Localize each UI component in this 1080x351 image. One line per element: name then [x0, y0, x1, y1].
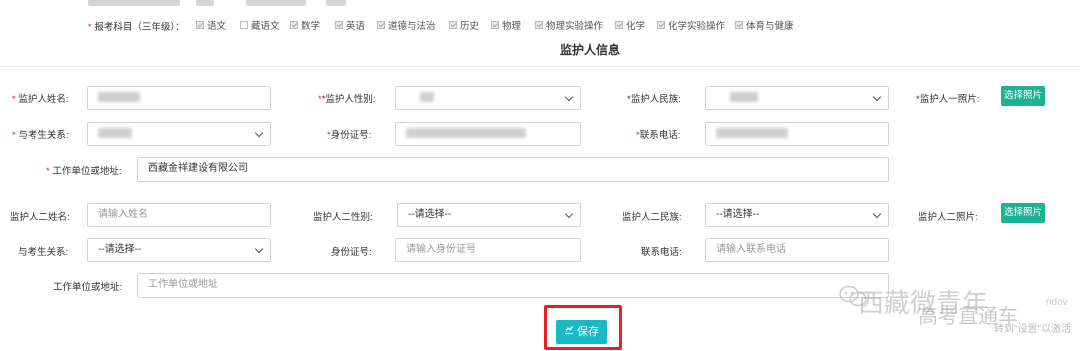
guardian2-name-input[interactable]: 请输入姓名	[87, 203, 271, 227]
guardian2-relation-label: 与考生关系:	[18, 247, 69, 258]
guardian2-work-label: 工作单位或地址:	[53, 282, 123, 293]
guardian2-phone-input[interactable]: 请输入联系电话	[705, 238, 889, 262]
subject-label: 语文	[207, 21, 227, 32]
guardian1-photo-label: *监护人一照片:	[916, 94, 980, 105]
guardian1-ethnicity-select[interactable]	[705, 86, 889, 110]
guardian2-name-label: 监护人二姓名:	[10, 212, 70, 223]
guardian1-phone-label: *联系电话:	[636, 130, 681, 141]
checkbox-checked-icon[interactable]	[491, 21, 499, 29]
guardian1-gender-label: **监护人性别:	[318, 94, 376, 105]
windows-activate-word: ndov	[1046, 297, 1068, 308]
subject-checkbox-item[interactable]: 历史	[449, 18, 479, 32]
guardian1-name-input[interactable]	[87, 86, 271, 110]
guardian2-photo-label: 监护人二照片:	[918, 212, 978, 223]
checkbox-checked-icon[interactable]	[735, 21, 743, 29]
checkbox-unchecked-icon[interactable]	[240, 21, 248, 29]
subject-checkbox-item[interactable]: 化学实验操作	[657, 18, 725, 32]
checkbox-checked-icon[interactable]	[335, 21, 343, 29]
subject-checkbox-item[interactable]: 数学	[290, 18, 320, 32]
subject-label: 体育与健康	[746, 21, 794, 32]
subject-label: 物理实验操作	[546, 21, 604, 32]
guardian2-ethnicity-value: --请选择--	[716, 209, 760, 220]
divider	[0, 66, 1080, 67]
guardian1-gender-label-text: *监护人性别:	[321, 94, 376, 105]
chevron-down-icon	[872, 92, 882, 102]
guardian2-relation-select[interactable]: --请选择--	[87, 238, 271, 262]
guardian1-work-input[interactable]: 西藏金祥建设有限公司	[137, 157, 889, 182]
guardian2-gender-value: --请选择--	[408, 209, 452, 220]
subject-checkbox-item[interactable]: 体育与健康	[735, 18, 794, 32]
checkbox-checked-icon[interactable]	[290, 21, 298, 29]
subject-label: 数学	[301, 21, 321, 32]
windows-activate-hint: 转到"设置"以激活	[994, 324, 1072, 335]
subject-label: 英语	[346, 21, 366, 32]
guardian2-ethnicity-select[interactable]: --请选择--	[705, 203, 889, 227]
guardian1-select-photo-button[interactable]: 选择照片	[1001, 86, 1045, 106]
top-tab-remnant	[88, 0, 180, 6]
save-icon	[564, 320, 574, 344]
chevron-down-icon	[872, 209, 882, 219]
checkbox-checked-icon[interactable]	[449, 21, 457, 29]
subject-label: 化学	[626, 21, 646, 32]
subject-checkbox-item[interactable]: 英语	[335, 18, 365, 32]
guardian2-id-label: 身份证号:	[331, 247, 372, 258]
chevron-down-icon	[564, 209, 574, 219]
guardian2-gender-select[interactable]: --请选择--	[397, 203, 581, 227]
chevron-down-icon	[254, 128, 264, 138]
guardian1-relation-label: * 与考生关系:	[12, 130, 69, 141]
guardian1-phone-input[interactable]	[705, 122, 889, 146]
guardian1-ethnicity-label: *监护人民族:	[627, 94, 681, 105]
subject-label: 道德与法治	[388, 21, 436, 32]
guardian2-relation-value: --请选择--	[98, 244, 142, 255]
guardian1-gender-select[interactable]	[395, 86, 581, 110]
top-tab-remnant	[196, 0, 214, 6]
guardian2-id-input[interactable]: 请输入身份证号	[395, 238, 581, 262]
subject-checkbox-item[interactable]: 化学	[615, 18, 645, 32]
save-button[interactable]: 保存	[556, 320, 607, 344]
guardian1-id-label: *身份证号:	[327, 130, 372, 141]
subject-checkbox-item[interactable]: 物理实验操作	[535, 18, 603, 32]
subject-checkbox-item[interactable]: 道德与法治	[377, 18, 436, 32]
subjects-label: * 报考科目（三年级）：	[88, 22, 185, 33]
subject-label: 化学实验操作	[668, 21, 726, 32]
guardian1-work-label: * 工作单位或地址:	[46, 166, 122, 177]
guardian1-relation-select[interactable]	[87, 122, 271, 146]
subject-checkbox-item[interactable]: 物理	[491, 18, 521, 32]
subject-checkbox-item[interactable]: 语文	[196, 18, 226, 32]
guardian1-id-input[interactable]	[395, 122, 581, 146]
guardian2-ethnicity-label: 监护人二民族:	[622, 212, 682, 223]
checkbox-checked-icon[interactable]	[615, 21, 623, 29]
top-tab-remnant	[326, 0, 346, 6]
checkbox-checked-icon[interactable]	[377, 21, 385, 29]
top-tab-remnant	[246, 0, 306, 6]
guardian2-work-input[interactable]: 工作单位或地址	[137, 273, 889, 298]
section-title: 监护人信息	[559, 43, 620, 57]
guardian1-name-label: * 监护人姓名:	[12, 94, 69, 105]
guardian2-phone-label: 联系电话:	[641, 247, 682, 258]
chevron-down-icon	[254, 244, 264, 254]
subject-label: 物理	[502, 21, 522, 32]
guardian2-select-photo-button[interactable]: 选择照片	[1001, 203, 1045, 223]
chevron-down-icon	[564, 92, 574, 102]
checkbox-checked-icon[interactable]	[657, 21, 665, 29]
subject-checkbox-item[interactable]: 藏语文	[240, 18, 280, 32]
guardian2-gender-label: 监护人二性别:	[313, 212, 373, 223]
subject-label: 历史	[460, 21, 480, 32]
checkbox-checked-icon[interactable]	[196, 21, 204, 29]
checkbox-checked-icon[interactable]	[535, 21, 543, 29]
subject-label: 藏语文	[251, 21, 280, 32]
save-button-label: 保存	[577, 326, 599, 338]
